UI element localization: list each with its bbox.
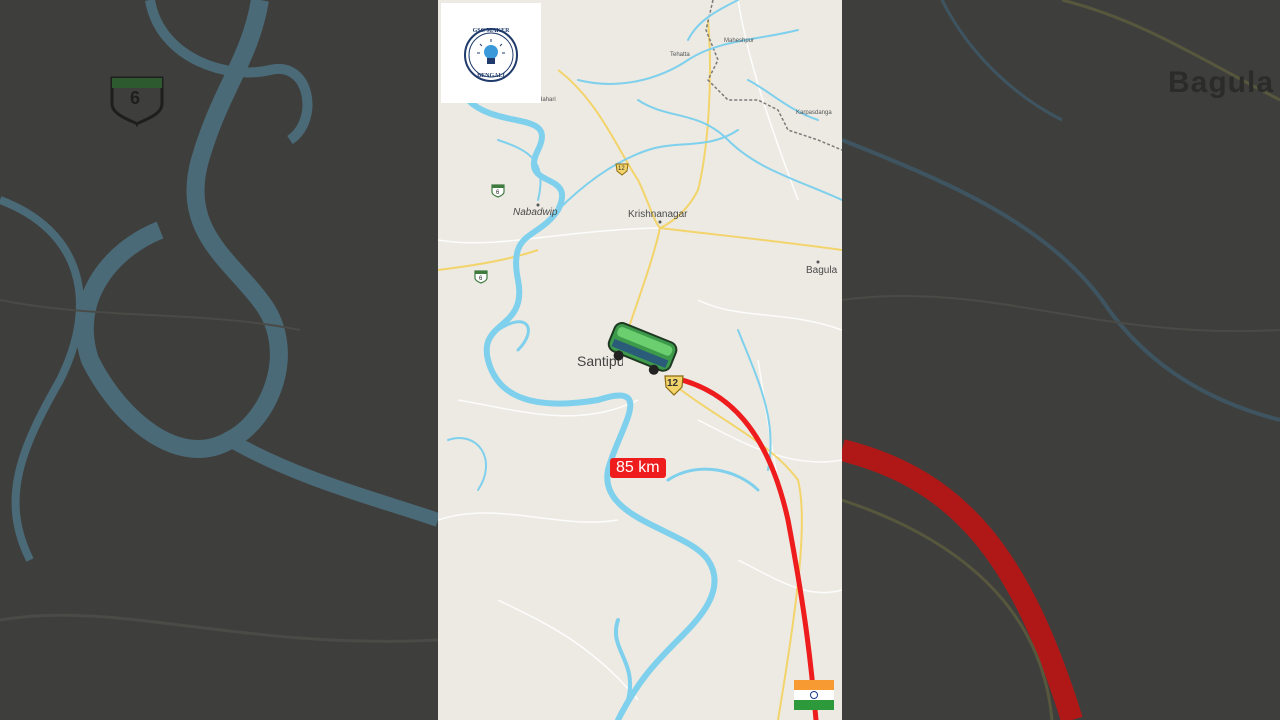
logo-text-top: GSC MAKER	[472, 28, 510, 34]
map-panel[interactable]: Maheshpur Tehatta Bethuadahari Karpasdan…	[438, 0, 842, 720]
route-distance-label: 85 km	[610, 458, 666, 478]
highway-shield-nh6-a-label: 6	[496, 190, 500, 196]
town-label-karpasdanga: Karpasdanga	[796, 110, 832, 116]
highway-shield-nh6-b-label: 6	[479, 276, 483, 282]
town-label-tehatta: Tehatta	[670, 52, 690, 58]
lightbulb-icon	[464, 28, 518, 82]
town-label-nabadwip: Nabadwip	[513, 207, 558, 218]
town-label-maheshpur: Maheshpur	[724, 38, 755, 44]
india-flag-icon	[794, 680, 834, 710]
town-label-krishnanagar: Krishnanagar	[628, 209, 688, 220]
channel-logo: GSC MAKER BENGALI	[441, 3, 541, 103]
shield-label-bg: 6	[130, 88, 142, 108]
background-left: 6	[0, 0, 438, 720]
logo-text-bottom: BENGALI	[477, 73, 505, 79]
town-label-bagula: Bagula	[806, 265, 838, 276]
background-town-label: Bagula	[1168, 66, 1275, 99]
highway-shield-sh12-north-label: 12	[618, 166, 625, 172]
bus-icon[interactable]	[604, 318, 680, 384]
background-right: Bagula	[842, 0, 1280, 720]
